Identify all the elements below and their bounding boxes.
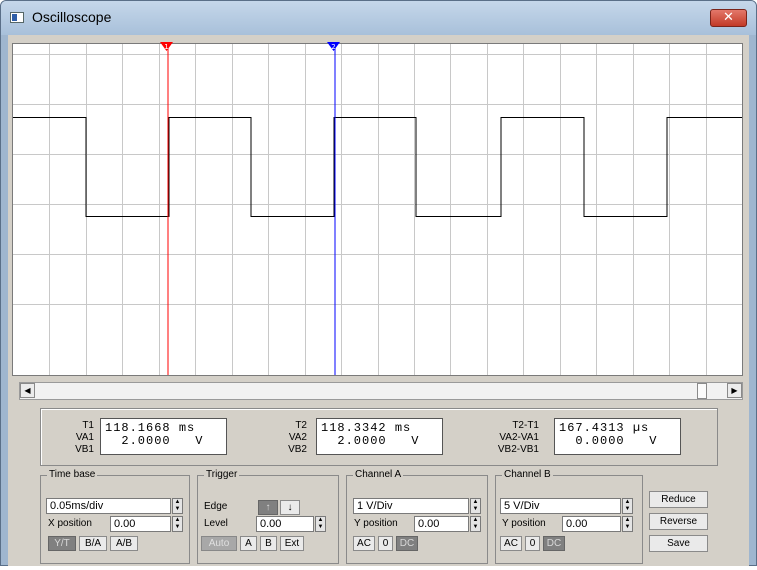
close-button[interactable]: ✕: [710, 9, 747, 27]
mode-yt-button[interactable]: Y/T: [48, 536, 76, 551]
scroll-left-button[interactable]: ◀: [20, 383, 35, 398]
svg-text:1: 1: [164, 43, 168, 51]
svg-text:2: 2: [331, 43, 335, 51]
cursor-t1-handle[interactable]: 1: [160, 42, 173, 51]
save-button[interactable]: Save: [649, 535, 708, 552]
delta-t-label: T2-T1: [512, 420, 539, 431]
oscilloscope-icon: [10, 12, 24, 23]
channel-b-ac-button[interactable]: AC: [500, 536, 522, 551]
t2-display: 118.3342 ms 2.0000 V: [316, 418, 443, 455]
mode-ba-button[interactable]: B/A: [79, 536, 107, 551]
scroll-right-button[interactable]: ▶: [727, 383, 742, 398]
channel-b-dc-button[interactable]: DC: [543, 536, 565, 551]
trigger-auto-button[interactable]: Auto: [201, 536, 237, 551]
channel-a-scale-field[interactable]: 1 V/Div: [353, 498, 469, 514]
horizontal-scrollbar[interactable]: [19, 382, 743, 400]
va1-label: VA1: [75, 432, 94, 443]
va2-label: VA2: [288, 432, 307, 443]
vb1-label: VB1: [75, 444, 94, 455]
scope-plot: [13, 44, 742, 375]
scroll-thumb[interactable]: [697, 383, 707, 399]
level-field[interactable]: 0.00: [256, 516, 314, 532]
timebase-scale-spinner[interactable]: ▲ ▼: [172, 498, 183, 514]
vb2-label: VB2: [288, 444, 307, 455]
xpos-field[interactable]: 0.00: [110, 516, 171, 532]
edge-label: Edge: [204, 501, 228, 512]
channel-a-ypos-field[interactable]: 0.00: [414, 516, 469, 532]
cursor-t2-handle[interactable]: 2: [327, 42, 340, 51]
timebase-title: Time base: [47, 469, 98, 481]
delta-vb-label: VB2-VB1: [497, 444, 539, 455]
title-bar[interactable]: [1, 1, 756, 35]
channel-b-title: Channel B: [502, 469, 553, 481]
channel-a-zero-button[interactable]: 0: [378, 536, 393, 551]
channel-a-ypos-label: Y position: [354, 518, 398, 529]
t1-display: 118.1668 ms 2.0000 V: [100, 418, 227, 455]
t1-label: T1: [82, 420, 94, 431]
trigger-ext-button[interactable]: Ext: [280, 536, 304, 551]
edge-falling-button[interactable]: ↓: [280, 500, 300, 515]
channel-a-ypos-spinner[interactable]: ▲ ▼: [470, 516, 481, 532]
t2-label: T2: [295, 420, 307, 431]
xpos-spinner[interactable]: ▲ ▼: [172, 516, 183, 532]
trigger-a-button[interactable]: A: [240, 536, 257, 551]
channel-b-ypos-field[interactable]: 0.00: [562, 516, 621, 532]
delta-display: 167.4313 µs 0.0000 V: [554, 418, 681, 455]
level-spinner[interactable]: ▲ ▼: [315, 516, 326, 532]
reduce-button[interactable]: Reduce: [649, 491, 708, 508]
channel-a-dc-button[interactable]: DC: [396, 536, 418, 551]
window-title: Oscilloscope: [32, 9, 112, 25]
channel-b-ypos-spinner[interactable]: ▲ ▼: [622, 516, 633, 532]
scope-screen[interactable]: [12, 43, 743, 376]
delta-va-label: VA2-VA1: [499, 432, 539, 443]
timebase-scale-field[interactable]: 0.05ms/div: [46, 498, 171, 514]
reverse-button[interactable]: Reverse: [649, 513, 708, 530]
channel-a-ac-button[interactable]: AC: [353, 536, 375, 551]
channel-b-ypos-label: Y position: [502, 518, 546, 529]
channel-a-scale-spinner[interactable]: ▲ ▼: [470, 498, 481, 514]
channel-b-zero-button[interactable]: 0: [525, 536, 540, 551]
edge-rising-button[interactable]: ↑: [258, 500, 278, 515]
trigger-b-button[interactable]: B: [260, 536, 277, 551]
channel-b-scale-spinner[interactable]: ▲ ▼: [622, 498, 633, 514]
level-label: Level: [204, 518, 228, 529]
channel-b-scale-field[interactable]: 5 V/Div: [500, 498, 621, 514]
channel-a-title: Channel A: [353, 469, 404, 481]
trigger-title: Trigger: [204, 469, 240, 481]
mode-ab-button[interactable]: A/B: [110, 536, 138, 551]
xpos-label: X position: [48, 518, 92, 529]
